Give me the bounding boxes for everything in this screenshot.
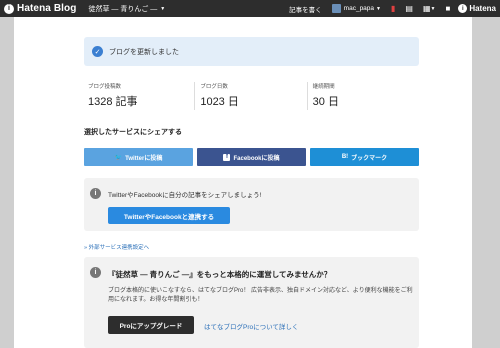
sns-connect-text: TwitterやFacebookに自分の記事をシェアしましょう! xyxy=(108,192,262,199)
facebook-icon: f xyxy=(223,153,231,161)
twitter-label: Twitterに投稿 xyxy=(125,155,163,162)
info-icon: i xyxy=(90,188,101,199)
info-icon: i xyxy=(90,267,101,278)
hatena-blog-logo[interactable]: i Hatena Blog xyxy=(4,3,76,14)
stat-label: ブログ投稿数 xyxy=(88,84,122,90)
blog-name: 徒然草 ― 青りんご ― xyxy=(88,5,158,13)
stat-label: ブログ日数 xyxy=(200,84,228,90)
backdrop-right xyxy=(472,17,500,348)
write-entry-link[interactable]: 記事を書く xyxy=(289,4,322,14)
logo-text: Hatena Blog xyxy=(17,3,77,14)
share-buttons: 🐦 Twitterに投稿 f Facebookに投稿 B! ブックマーク xyxy=(84,148,419,166)
share-facebook-button[interactable]: f Facebookに投稿 xyxy=(197,148,306,166)
stat-streak: 継続期間 30 日 xyxy=(306,82,419,110)
upgrade-pro-button[interactable]: Proにアップグレード xyxy=(108,316,194,334)
update-notice: ✓ ブログを更新しました xyxy=(84,37,419,66)
avatar xyxy=(331,4,341,13)
share-twitter-button[interactable]: 🐦 Twitterに投稿 xyxy=(84,148,193,166)
stat-value: 1023 日 xyxy=(200,96,239,108)
pro-promo-box: i 『徒然草 ― 青りんご ―』をもっと本格的に運営してみませんか？ ブログ本格… xyxy=(84,257,419,348)
backdrop-left xyxy=(0,17,14,348)
bookmark-icon[interactable]: ▮ xyxy=(391,4,395,13)
notification-icon[interactable]: ■ xyxy=(445,4,450,13)
apps-grid-icon[interactable]: ▦ ▼ xyxy=(423,4,436,13)
hatena-logo-icon: i xyxy=(4,3,14,14)
stat-blog-days: ブログ日数 1023 日 xyxy=(194,82,306,110)
hatebu-icon: B! xyxy=(341,154,349,160)
pro-details-link[interactable]: はてなブログProについて詳しく xyxy=(204,321,298,331)
stat-value: 1328 記事 xyxy=(88,96,138,108)
pro-promo-description: ブログ本格的に使いこなすなら、はてなブログPro！ 広告非表示、独自ドメイン対応… xyxy=(108,288,413,304)
blog-switcher[interactable]: 徒然草 ― 青りんご ― ▼ xyxy=(88,4,165,14)
top-bar: i Hatena Blog 徒然草 ― 青りんご ― ▼ 記事を書く mac_p… xyxy=(0,0,500,17)
hatebu-label: ブックマーク xyxy=(351,155,388,162)
facebook-label: Facebookに投稿 xyxy=(233,155,280,162)
chevron-down-icon: ▼ xyxy=(160,5,166,12)
twitter-icon: 🐦 xyxy=(114,154,123,161)
hatena-logo-icon: i xyxy=(458,4,468,13)
stat-post-count: ブログ投稿数 1328 記事 xyxy=(84,82,194,110)
stat-label: 継続期間 xyxy=(312,84,335,90)
sns-connect-box: i TwitterやFacebookに自分の記事をシェアしましょう! Twitt… xyxy=(84,178,419,231)
hatena-link[interactable]: i Hatena xyxy=(458,4,496,13)
sns-connect-button[interactable]: TwitterやFacebookと連携する xyxy=(108,207,230,224)
notice-message: ブログを更新しました xyxy=(109,48,179,56)
user-menu[interactable]: mac_papa ▼ xyxy=(331,4,381,13)
hatena-label: Hatena xyxy=(469,4,496,13)
username: mac_papa xyxy=(343,5,375,12)
chevron-down-icon: ▼ xyxy=(376,5,381,12)
blog-stats: ブログ投稿数 1328 記事 ブログ日数 1023 日 継続期間 30 日 xyxy=(84,82,419,110)
reader-icon[interactable]: ▤ xyxy=(405,4,413,13)
stat-value: 30 日 xyxy=(312,96,339,108)
share-heading: 選択したサービスにシェアする xyxy=(84,129,182,136)
pro-promo-title: 『徒然草 ― 青りんご ―』をもっと本格的に運営してみませんか？ xyxy=(108,270,332,279)
external-service-settings-link[interactable]: » 外部サービス連携設定へ xyxy=(84,243,149,251)
share-hatebu-button[interactable]: B! ブックマーク xyxy=(310,148,419,166)
check-circle-icon: ✓ xyxy=(92,46,103,57)
